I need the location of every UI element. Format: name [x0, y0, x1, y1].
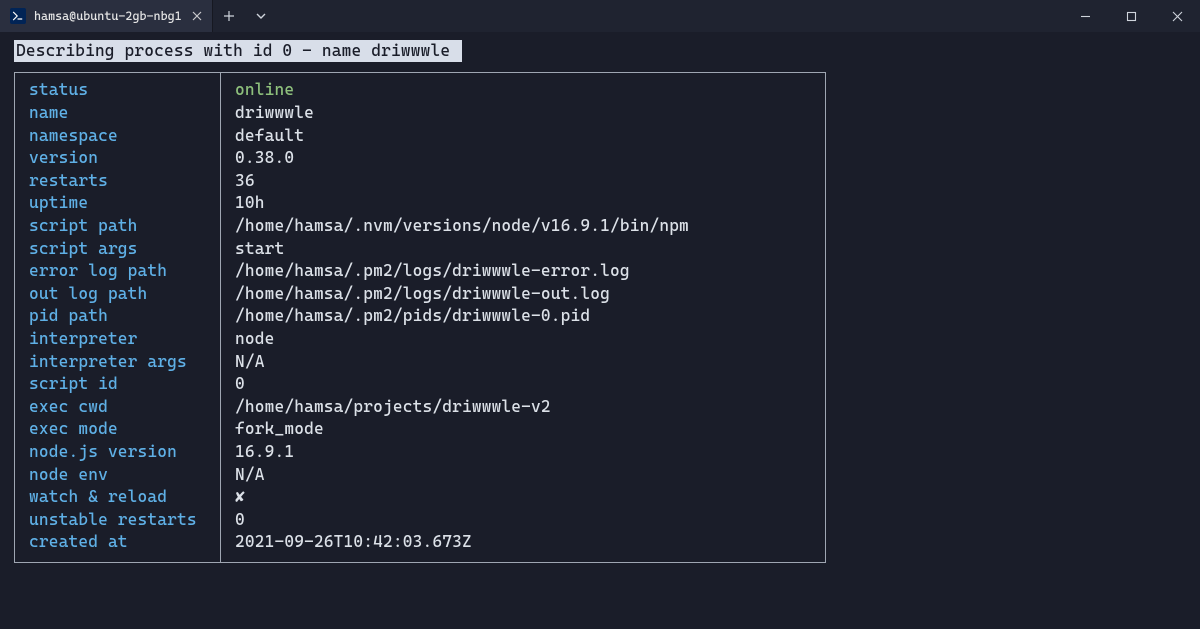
table-key: node env [29, 463, 206, 486]
process-info-table: statusnamenamespaceversionrestartsuptime… [14, 72, 826, 562]
table-value: /home/hamsa/.pm2/logs/driwwwle-out.log [235, 283, 811, 306]
table-key: pid path [29, 305, 206, 328]
table-key: version [29, 147, 206, 170]
table-value: node [235, 328, 811, 351]
table-key: script args [29, 237, 206, 260]
table-value: 0 [235, 509, 811, 532]
table-value: /home/hamsa/.pm2/pids/driwwwle-0.pid [235, 305, 811, 328]
table-key: status [29, 79, 206, 102]
table-key: exec mode [29, 418, 206, 441]
table-key: unstable restarts [29, 509, 206, 532]
window-maximize-button[interactable] [1108, 0, 1154, 32]
tab-dropdown-button[interactable] [245, 0, 277, 32]
table-key: out log path [29, 283, 206, 306]
table-key: watch & reload [29, 486, 206, 509]
table-value: default [235, 124, 811, 147]
table-value: 2021-09-26T10:42:03.673Z [235, 531, 811, 554]
table-key: name [29, 102, 206, 125]
tab-active[interactable]: hamsa@ubuntu-2gb-nbg1-1-ti [0, 0, 213, 32]
table-value: /home/hamsa/.nvm/versions/node/v16.9.1/b… [235, 215, 811, 238]
new-tab-button[interactable] [213, 0, 245, 32]
tab-close-icon[interactable] [190, 9, 204, 23]
table-value: 10h [235, 192, 811, 215]
table-value: online [235, 79, 811, 102]
table-value: /home/hamsa/projects/driwwwle-v2 [235, 396, 811, 419]
table-key: uptime [29, 192, 206, 215]
table-key: restarts [29, 170, 206, 193]
table-value: start [235, 237, 811, 260]
terminal-output: Describing process with id 0 - name driw… [0, 32, 1200, 563]
table-key: script path [29, 215, 206, 238]
table-key: namespace [29, 124, 206, 147]
table-key: interpreter [29, 328, 206, 351]
window-close-button[interactable] [1154, 0, 1200, 32]
table-key: interpreter args [29, 350, 206, 373]
powershell-icon [10, 8, 26, 24]
table-value: 36 [235, 170, 811, 193]
table-value: 0.38.0 [235, 147, 811, 170]
table-value: 0 [235, 373, 811, 396]
table-value: 16.9.1 [235, 441, 811, 464]
table-value: N/A [235, 350, 811, 373]
table-value: /home/hamsa/.pm2/logs/driwwwle-error.log [235, 260, 811, 283]
table-value: driwwwle [235, 102, 811, 125]
window-titlebar: hamsa@ubuntu-2gb-nbg1-1-ti [0, 0, 1200, 32]
table-values-column: onlinedriwwwledefault0.38.03610h/home/ha… [221, 73, 825, 561]
titlebar-drag-region[interactable] [277, 0, 1062, 32]
table-keys-column: statusnamenamespaceversionrestartsuptime… [15, 73, 221, 561]
tab-strip: hamsa@ubuntu-2gb-nbg1-1-ti [0, 0, 277, 32]
table-value: fork_mode [235, 418, 811, 441]
window-minimize-button[interactable] [1062, 0, 1108, 32]
table-key: created at [29, 531, 206, 554]
table-value: ✘ [235, 486, 811, 509]
describe-header: Describing process with id 0 - name driw… [14, 40, 462, 62]
table-value: N/A [235, 463, 811, 486]
tab-title: hamsa@ubuntu-2gb-nbg1-1-ti [34, 9, 182, 23]
table-key: error log path [29, 260, 206, 283]
table-key: script id [29, 373, 206, 396]
table-key: exec cwd [29, 396, 206, 419]
table-key: node.js version [29, 441, 206, 464]
